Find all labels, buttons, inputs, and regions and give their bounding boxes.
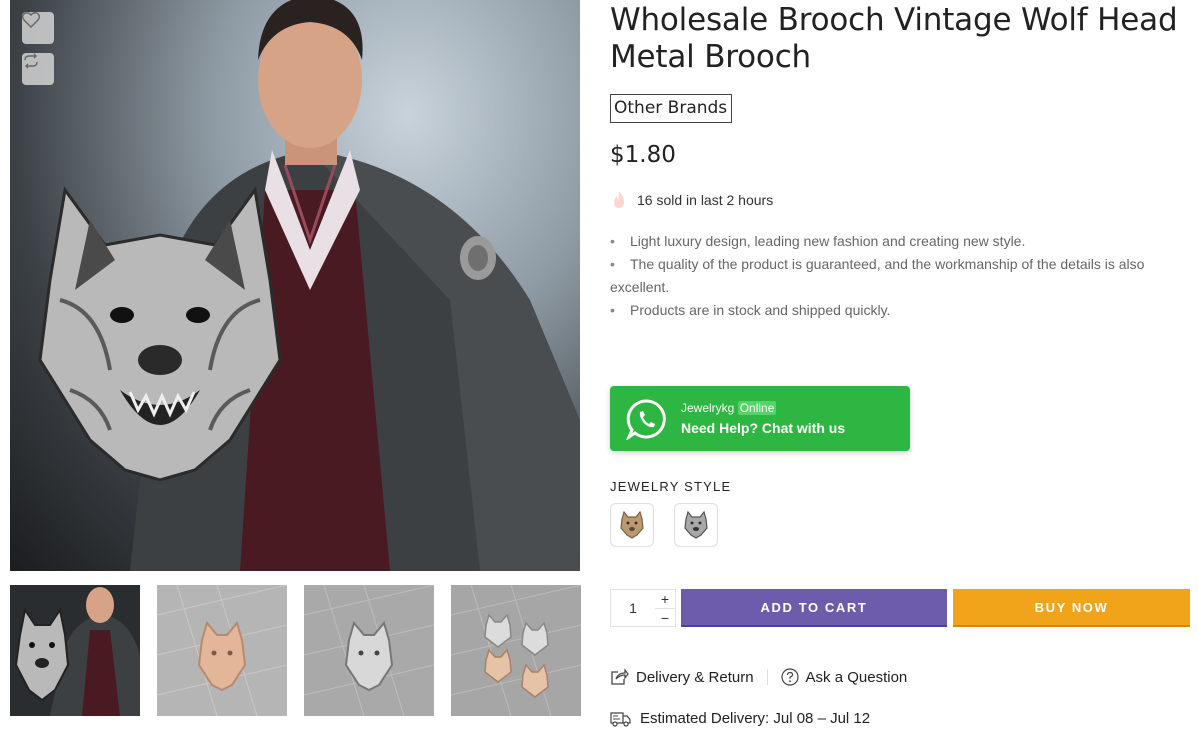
feature-item: The quality of the product is guaranteed… [610,253,1190,299]
feature-item: Light luxury design, leading new fashion… [610,230,1190,253]
product-links: Delivery & Return Ask a Question [610,668,907,686]
silver-wolf-icon [684,510,708,539]
ask-question-link[interactable]: Ask a Question [780,668,908,686]
thumbnail-1[interactable] [10,585,140,716]
quantity-increase-button[interactable]: + [655,590,675,608]
product-info: Wholesale Brooch Vintage Wolf Head Metal… [610,0,1190,727]
wishlist-button[interactable] [22,12,54,44]
delivery-return-link[interactable]: Delivery & Return [610,668,754,686]
compare-icon [24,53,38,69]
product-title: Wholesale Brooch Vintage Wolf Head Metal… [610,2,1178,75]
share-box-icon [611,668,629,685]
thumbnail-strip [10,585,581,716]
thumbnail-3[interactable] [304,585,434,716]
whatsapp-chat-button[interactable]: Jewelrykg Online Need Help? Chat with us [610,386,910,451]
whatsapp-help-text: Need Help? Chat with us [681,420,846,436]
sold-counter: 16 sold in last 2 hours [610,190,1190,210]
heart-icon [22,12,40,28]
whatsapp-agent-name: Jewelrykg [681,401,735,415]
flame-icon [614,191,624,208]
feature-item: Products are in stock and shipped quickl… [610,299,1190,322]
estimated-delivery: Estimated Delivery: Jul 08 – Jul 12 [610,710,870,727]
swatch-gold[interactable] [610,503,654,547]
add-to-cart-button[interactable]: ADD TO CART [681,589,947,627]
online-badge: Online [737,401,777,415]
estimated-delivery-text: Estimated Delivery: Jul 08 – Jul 12 [640,710,871,727]
model-photo [38,0,580,571]
ask-question-label: Ask a Question [805,668,908,686]
feature-list: Light luxury design, leading new fashion… [610,230,1190,322]
quantity-decrease-button[interactable]: − [655,608,675,626]
product-price: $1.80 [610,142,676,168]
divider [766,669,768,685]
swatch-silver[interactable] [674,503,718,547]
quantity-stepper: + − [610,589,676,627]
compare-button[interactable] [22,53,54,85]
gold-wolf-icon [620,510,644,539]
quantity-input[interactable] [611,590,655,626]
delivery-return-label: Delivery & Return [636,668,754,686]
main-product-image[interactable] [10,0,580,571]
whatsapp-icon [626,398,666,440]
jewelry-style-label: JEWELRY STYLE [610,479,732,494]
sold-text: 16 sold in last 2 hours [637,192,774,208]
buy-now-button[interactable]: BUY NOW [953,589,1190,627]
truck-icon [610,711,631,727]
thumbnail-4[interactable] [451,585,581,716]
question-circle-icon [780,668,799,686]
thumbnail-2[interactable] [157,585,287,716]
brand-link[interactable]: Other Brands [610,94,733,123]
